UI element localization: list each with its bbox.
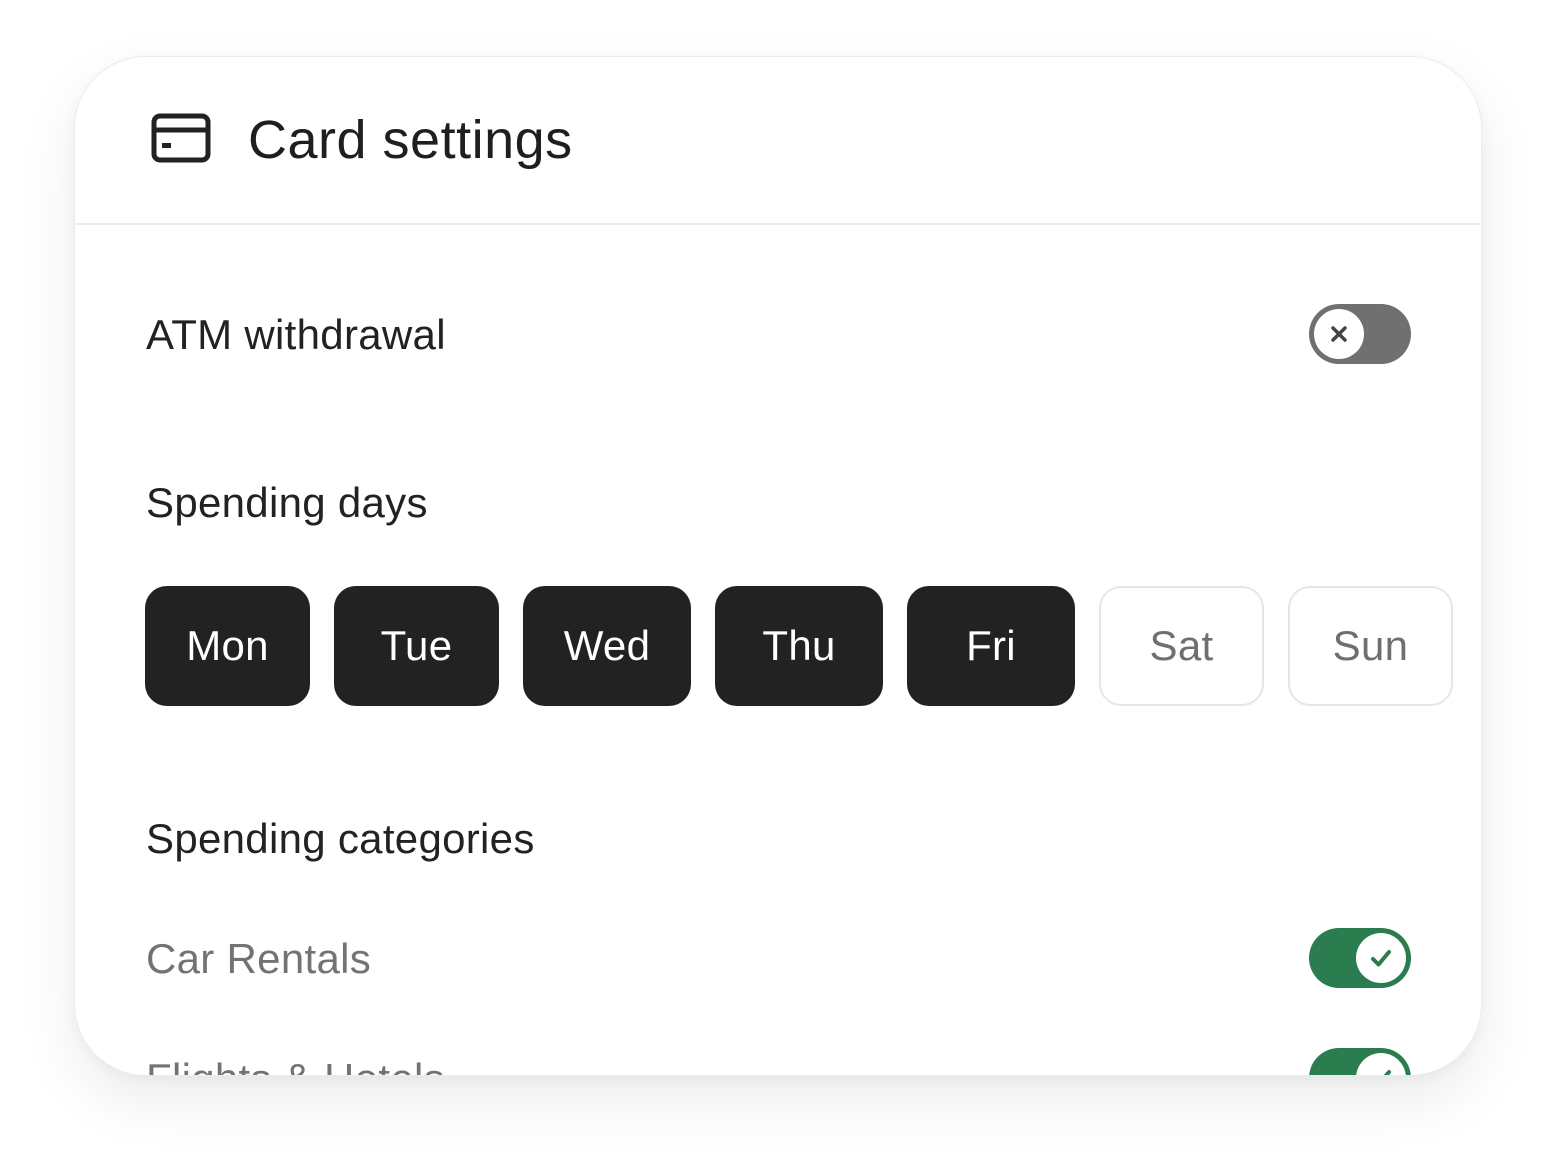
spending-days-label: Spending days [146,479,428,526]
check-icon [1383,1070,1391,1075]
toggle-knob [1356,1053,1406,1075]
day-button-sun[interactable]: Sun [1288,586,1453,706]
day-button-fri[interactable]: Fri [907,586,1075,706]
atm-withdrawal-toggle[interactable] [1309,304,1411,364]
close-icon [1331,326,1347,342]
toggle-knob [1314,309,1364,359]
day-button-thu[interactable]: Thu [715,586,883,706]
credit-card-icon [151,113,211,163]
page-title: Card settings [248,110,573,170]
day-button-wed[interactable]: Wed [523,586,691,706]
day-button-mon[interactable]: Mon [145,586,310,706]
card-settings-header: Card settings [75,57,1481,225]
day-button-tue[interactable]: Tue [334,586,499,706]
car-rentals-toggle[interactable] [1309,928,1411,988]
category-label-flights-hotels: Flights & Hotels [146,1053,445,1075]
atm-withdrawal-label: ATM withdrawal [146,311,446,358]
day-button-sat[interactable]: Sat [1099,586,1264,706]
category-label-car-rentals: Car Rentals [146,935,372,982]
check-icon [1371,950,1391,967]
card-settings-panel: Card settings ATM withdrawal Spending da… [74,56,1482,1076]
flights-hotels-toggle[interactable] [1309,1048,1411,1075]
toggle-knob [1356,933,1406,983]
spending-categories-label: Spending categories [146,815,535,862]
